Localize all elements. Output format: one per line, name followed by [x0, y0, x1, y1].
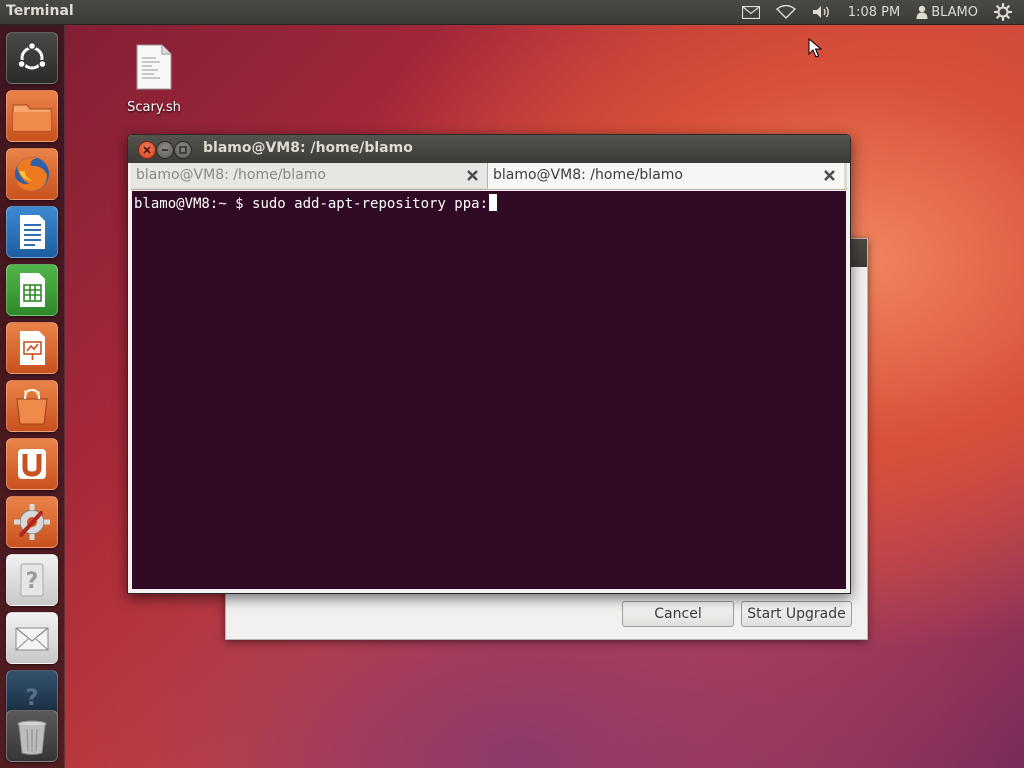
- dialog-titlebar-edge: [849, 239, 867, 267]
- launcher: ? ?: [0, 24, 65, 768]
- user-icon: [916, 5, 928, 19]
- terminal-window: blamo@VM8: /home/blamo blamo@VM8: /home/…: [127, 134, 851, 594]
- window-close-button[interactable]: [138, 141, 156, 159]
- launcher-update-manager[interactable]: [6, 612, 58, 664]
- tab-close-icon[interactable]: [823, 169, 836, 182]
- text-cursor: [489, 194, 498, 211]
- launcher-system-settings[interactable]: [6, 496, 58, 548]
- shopping-bag-icon: [16, 388, 48, 425]
- launcher-libreoffice-calc[interactable]: [6, 264, 58, 316]
- launcher-help[interactable]: ?: [6, 554, 58, 606]
- volume-icon[interactable]: [804, 0, 840, 24]
- window-title: blamo@VM8: /home/blamo: [203, 140, 413, 156]
- mouse-pointer-icon: [808, 38, 822, 58]
- terminal-titlebar[interactable]: blamo@VM8: /home/blamo: [128, 135, 850, 163]
- launcher-libreoffice-impress[interactable]: [6, 322, 58, 374]
- launcher-ubuntu-one[interactable]: [6, 438, 58, 490]
- indicator-area: 1:08 PM BLAMO: [734, 0, 1020, 24]
- svg-text:?: ?: [26, 686, 39, 711]
- launcher-libreoffice-writer[interactable]: [6, 206, 58, 258]
- window-maximize-button[interactable]: [174, 141, 192, 159]
- impress-icon: [20, 331, 45, 365]
- tab-label: blamo@VM8: /home/blamo: [493, 167, 683, 183]
- launcher-dash-button[interactable]: [6, 32, 58, 84]
- script-file-icon: [136, 44, 172, 90]
- launcher-firefox[interactable]: [6, 148, 58, 200]
- terminal-line: blamo@VM8:~ $ sudo add-apt-repository pp…: [134, 194, 498, 212]
- tab-2[interactable]: blamo@VM8: /home/blamo: [488, 163, 844, 189]
- user-menu[interactable]: BLAMO: [908, 0, 986, 24]
- tab-label: blamo@VM8: /home/blamo: [136, 167, 326, 183]
- start-upgrade-button[interactable]: Start Upgrade: [741, 601, 852, 627]
- ubuntu-logo-icon: [17, 41, 47, 70]
- terminal-tab-bar: blamo@VM8: /home/blamo blamo@VM8: /home/…: [131, 163, 847, 190]
- launcher-software-center[interactable]: [6, 380, 58, 432]
- shell-prompt: blamo@VM8:~ $: [134, 196, 253, 212]
- typed-command: sudo add-apt-repository ppa:: [252, 196, 489, 212]
- ubuntu-one-icon: [18, 449, 46, 479]
- gear-icon[interactable]: [986, 0, 1020, 24]
- launcher-trash[interactable]: [6, 710, 58, 762]
- clock[interactable]: 1:08 PM: [840, 0, 908, 24]
- tab-1[interactable]: blamo@VM8: /home/blamo: [131, 163, 488, 188]
- envelope-icon: [15, 627, 49, 651]
- trash-icon: [17, 720, 47, 755]
- firefox-icon: [15, 157, 49, 191]
- active-app-name[interactable]: Terminal: [6, 3, 74, 19]
- tab-close-icon[interactable]: [466, 169, 479, 182]
- window-minimize-button[interactable]: [156, 141, 174, 159]
- wifi-icon[interactable]: [768, 0, 804, 24]
- mail-icon[interactable]: [734, 0, 768, 24]
- cancel-button[interactable]: Cancel: [622, 601, 734, 627]
- calc-icon: [20, 273, 45, 307]
- folder-icon: [12, 104, 52, 132]
- maximize-icon: [179, 146, 187, 154]
- desktop-file-label: Scary.sh: [127, 100, 181, 115]
- minimize-icon: [162, 149, 168, 151]
- close-icon: [143, 146, 151, 154]
- question-icon: ?: [20, 563, 44, 597]
- top-panel: Terminal 1:08 PM BLAMO: [0, 0, 1024, 24]
- settings-icon: [14, 504, 50, 540]
- svg-text:?: ?: [26, 569, 39, 594]
- desktop-file-scary-sh[interactable]: Scary.sh: [118, 44, 190, 115]
- writer-icon: [20, 215, 45, 249]
- launcher-home-folder[interactable]: [6, 90, 58, 142]
- terminal-output[interactable]: blamo@VM8:~ $ sudo add-apt-repository pp…: [132, 191, 846, 589]
- user-name: BLAMO: [931, 4, 978, 20]
